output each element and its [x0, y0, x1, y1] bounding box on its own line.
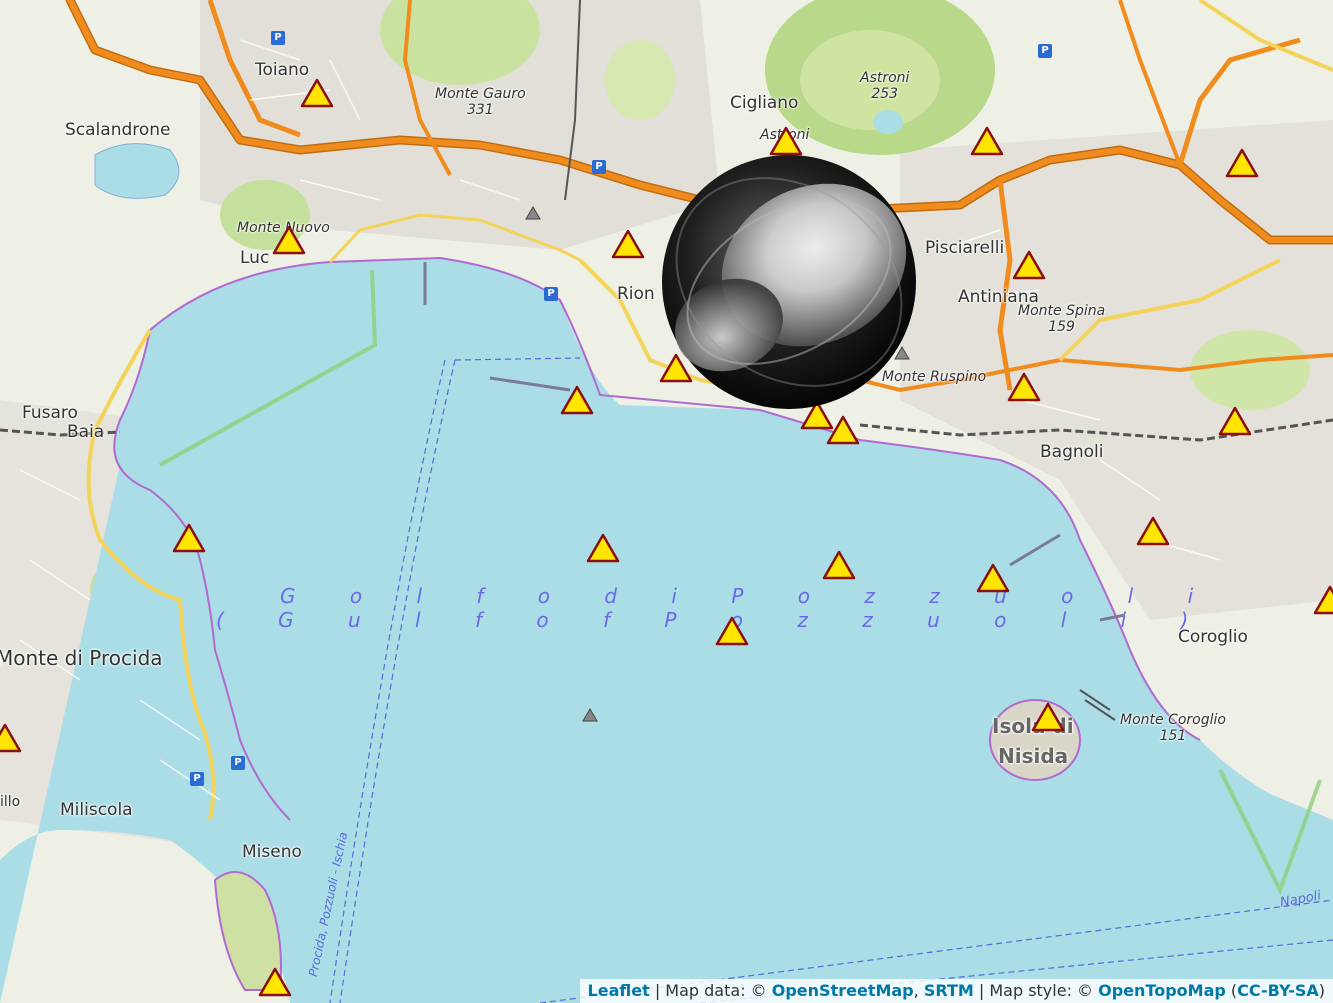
- osm-link[interactable]: OpenStreetMap: [772, 981, 914, 1000]
- label-fusaro: Fusaro: [22, 403, 78, 423]
- warning-triangle-marker[interactable]: [172, 523, 206, 553]
- parking-icon: P: [190, 772, 204, 786]
- monte-coroglio-name: Monte Coroglio: [1120, 712, 1226, 728]
- label-pisciarelli: Pisciarelli: [925, 238, 1005, 258]
- warning-triangle-marker[interactable]: [769, 126, 803, 156]
- attribution-sep-2: | Map style: ©: [973, 981, 1099, 1000]
- label-lucrino: Luc: [240, 248, 270, 268]
- label-monte-spina: Monte Spina 159: [1018, 303, 1105, 335]
- warning-triangle-marker[interactable]: [300, 78, 334, 108]
- label-rione: Rion: [617, 284, 655, 304]
- label-isola-2: Nisida: [998, 744, 1069, 768]
- label-scalandrone: Scalandrone: [65, 120, 171, 140]
- peak-icon: [582, 708, 598, 722]
- label-miliscola: Miliscola: [60, 800, 133, 820]
- leaflet-link[interactable]: Leaflet: [588, 981, 650, 1000]
- monte-spina-name: Monte Spina: [1018, 303, 1106, 319]
- peak-icon: [525, 206, 541, 220]
- opentopomap-link[interactable]: OpenTopoMap: [1098, 981, 1226, 1000]
- attribution-sep-1: | Map data: ©: [649, 981, 772, 1000]
- warning-triangle-marker[interactable]: [1007, 372, 1041, 402]
- parking-icon: P: [592, 160, 606, 174]
- warning-triangle-marker[interactable]: [976, 563, 1010, 593]
- warning-triangle-marker[interactable]: [1218, 406, 1252, 436]
- warning-triangle-marker[interactable]: [715, 616, 749, 646]
- monte-spina-elev: 159: [1048, 319, 1075, 335]
- label-illo-fragment: illo: [0, 794, 21, 810]
- attribution-comma: ,: [913, 981, 924, 1000]
- monte-gauro-name: Monte Gauro: [435, 86, 526, 102]
- astroni-name: Astroni: [860, 70, 910, 86]
- globe-marker[interactable]: [659, 155, 919, 410]
- label-golfo-it: G o l f o d i P o z z u o l i: [280, 584, 1218, 608]
- label-monte-gauro: Monte Gauro 331: [435, 86, 526, 118]
- warning-triangle-marker[interactable]: [1012, 250, 1046, 280]
- license-link[interactable]: CC-BY-SA: [1237, 981, 1319, 1000]
- parking-icon: P: [271, 31, 285, 45]
- label-monte-coroglio: Monte Coroglio 151: [1120, 712, 1226, 744]
- label-baia: Baia: [67, 422, 105, 442]
- attribution-bar: Leaflet | Map data: © OpenStreetMap, SRT…: [579, 979, 1333, 1003]
- parking-icon: P: [231, 756, 245, 770]
- warning-triangle-marker[interactable]: [258, 967, 292, 997]
- parking-icon: P: [1038, 44, 1052, 58]
- label-astroni: Astroni 253: [860, 70, 909, 102]
- label-toiano: Toiano: [255, 60, 310, 80]
- label-monte-di-procida: Monte di Procida: [0, 646, 163, 670]
- monte-gauro-elev: 331: [466, 102, 494, 118]
- warning-triangle-marker[interactable]: [826, 415, 860, 445]
- map-base-layer: [0, 0, 1333, 1003]
- warning-triangle-marker[interactable]: [0, 723, 22, 753]
- label-bagnoli: Bagnoli: [1040, 442, 1104, 462]
- label-cigliano: Cigliano: [730, 93, 799, 113]
- warning-triangle-marker[interactable]: [560, 385, 594, 415]
- warning-triangle-marker[interactable]: [822, 550, 856, 580]
- label-coroglio: Coroglio: [1178, 627, 1248, 647]
- warning-triangle-marker[interactable]: [611, 229, 645, 259]
- astroni-elev: 253: [871, 86, 899, 102]
- warning-triangle-marker[interactable]: [1313, 585, 1333, 615]
- warning-triangle-marker[interactable]: [1136, 516, 1170, 546]
- warning-triangle-marker[interactable]: [586, 533, 620, 563]
- monte-coroglio-elev: 151: [1159, 728, 1187, 744]
- parking-icon: P: [544, 287, 558, 301]
- srtm-link[interactable]: SRTM: [924, 981, 974, 1000]
- map-view[interactable]: Toiano Scalandrone Monte Gauro 331 Cigli…: [0, 0, 1333, 1003]
- attribution-paren-open: (: [1225, 981, 1238, 1000]
- warning-triangle-marker[interactable]: [272, 225, 306, 255]
- warning-triangle-marker[interactable]: [1225, 148, 1259, 178]
- label-miseno: Miseno: [242, 842, 302, 862]
- attribution-paren-close: ): [1318, 981, 1325, 1000]
- warning-triangle-marker[interactable]: [970, 126, 1004, 156]
- warning-triangle-marker[interactable]: [1031, 702, 1065, 732]
